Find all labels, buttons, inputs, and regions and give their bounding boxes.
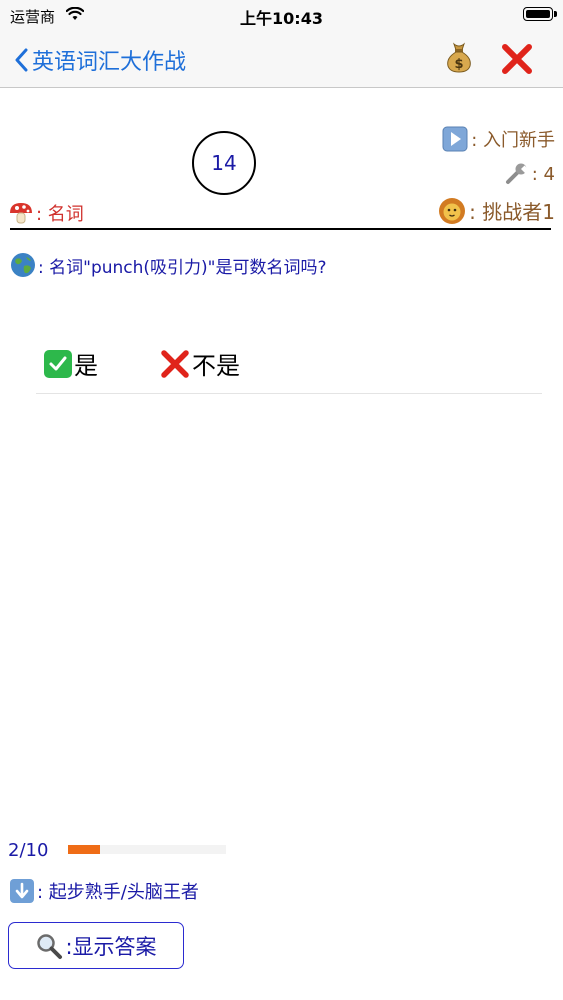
wrench-icon [503,161,529,187]
answer-yes-button[interactable]: 是 [44,346,98,381]
answer-yes-label: 是 [74,352,98,380]
globe-icon [10,252,36,278]
level-path-row: : 起步熟手/头脑王者 [10,878,199,904]
show-answer-button[interactable]: :显示答案 [8,922,184,969]
back-button-label: 英语词汇大作战 [32,50,187,75]
back-button[interactable]: 英语词汇大作战 [14,44,186,76]
level-label: : 入门新手 [471,130,555,151]
countdown-timer: 14 [192,131,256,195]
check-icon [44,349,72,378]
answer-no-button[interactable]: 不是 [160,346,240,381]
progress-bar [68,845,226,854]
cross-icon [160,349,190,379]
lion-icon [438,197,466,225]
category-label: : 名词 [36,204,84,225]
player-label: : 挑战者1 [469,200,555,224]
level-path-label: : 起步熟手/头脑王者 [37,882,199,903]
answer-options: 是 不是 [44,346,240,381]
battery-icon [523,7,557,21]
level-row: : 入门新手 [442,126,555,152]
progress-text: 2/10 [8,840,49,861]
close-icon [502,44,532,74]
question-text: : 名词"punch(吸引力)"是可数名词吗? [38,257,327,278]
answer-separator [36,393,542,394]
player-row: : 挑战者1 [438,196,555,225]
mushroom-icon [8,200,34,226]
close-button[interactable] [500,42,534,76]
clock: 上午10:43 [240,9,323,28]
money-bag-icon[interactable]: $ [444,41,474,73]
divider [10,228,551,230]
show-answer-label: :显示答案 [65,934,157,959]
progress-bar-fill [68,845,100,854]
category-row: : 名词 [8,200,84,226]
question-row: : 名词"punch(吸引力)"是可数名词吗? [10,252,327,278]
chevron-left-icon [15,48,28,72]
navigation-bar: 英语词汇大作战 $ [0,30,563,88]
play-icon [442,126,468,152]
magnifier-icon [35,932,63,960]
svg-text:$: $ [454,57,463,72]
tool-row: : 4 [503,161,555,187]
down-arrow-icon [10,879,34,903]
answer-no-label: 不是 [192,352,240,380]
status-bar: 运营商 上午10:43 [0,0,563,30]
tool-count: : 4 [531,163,555,185]
